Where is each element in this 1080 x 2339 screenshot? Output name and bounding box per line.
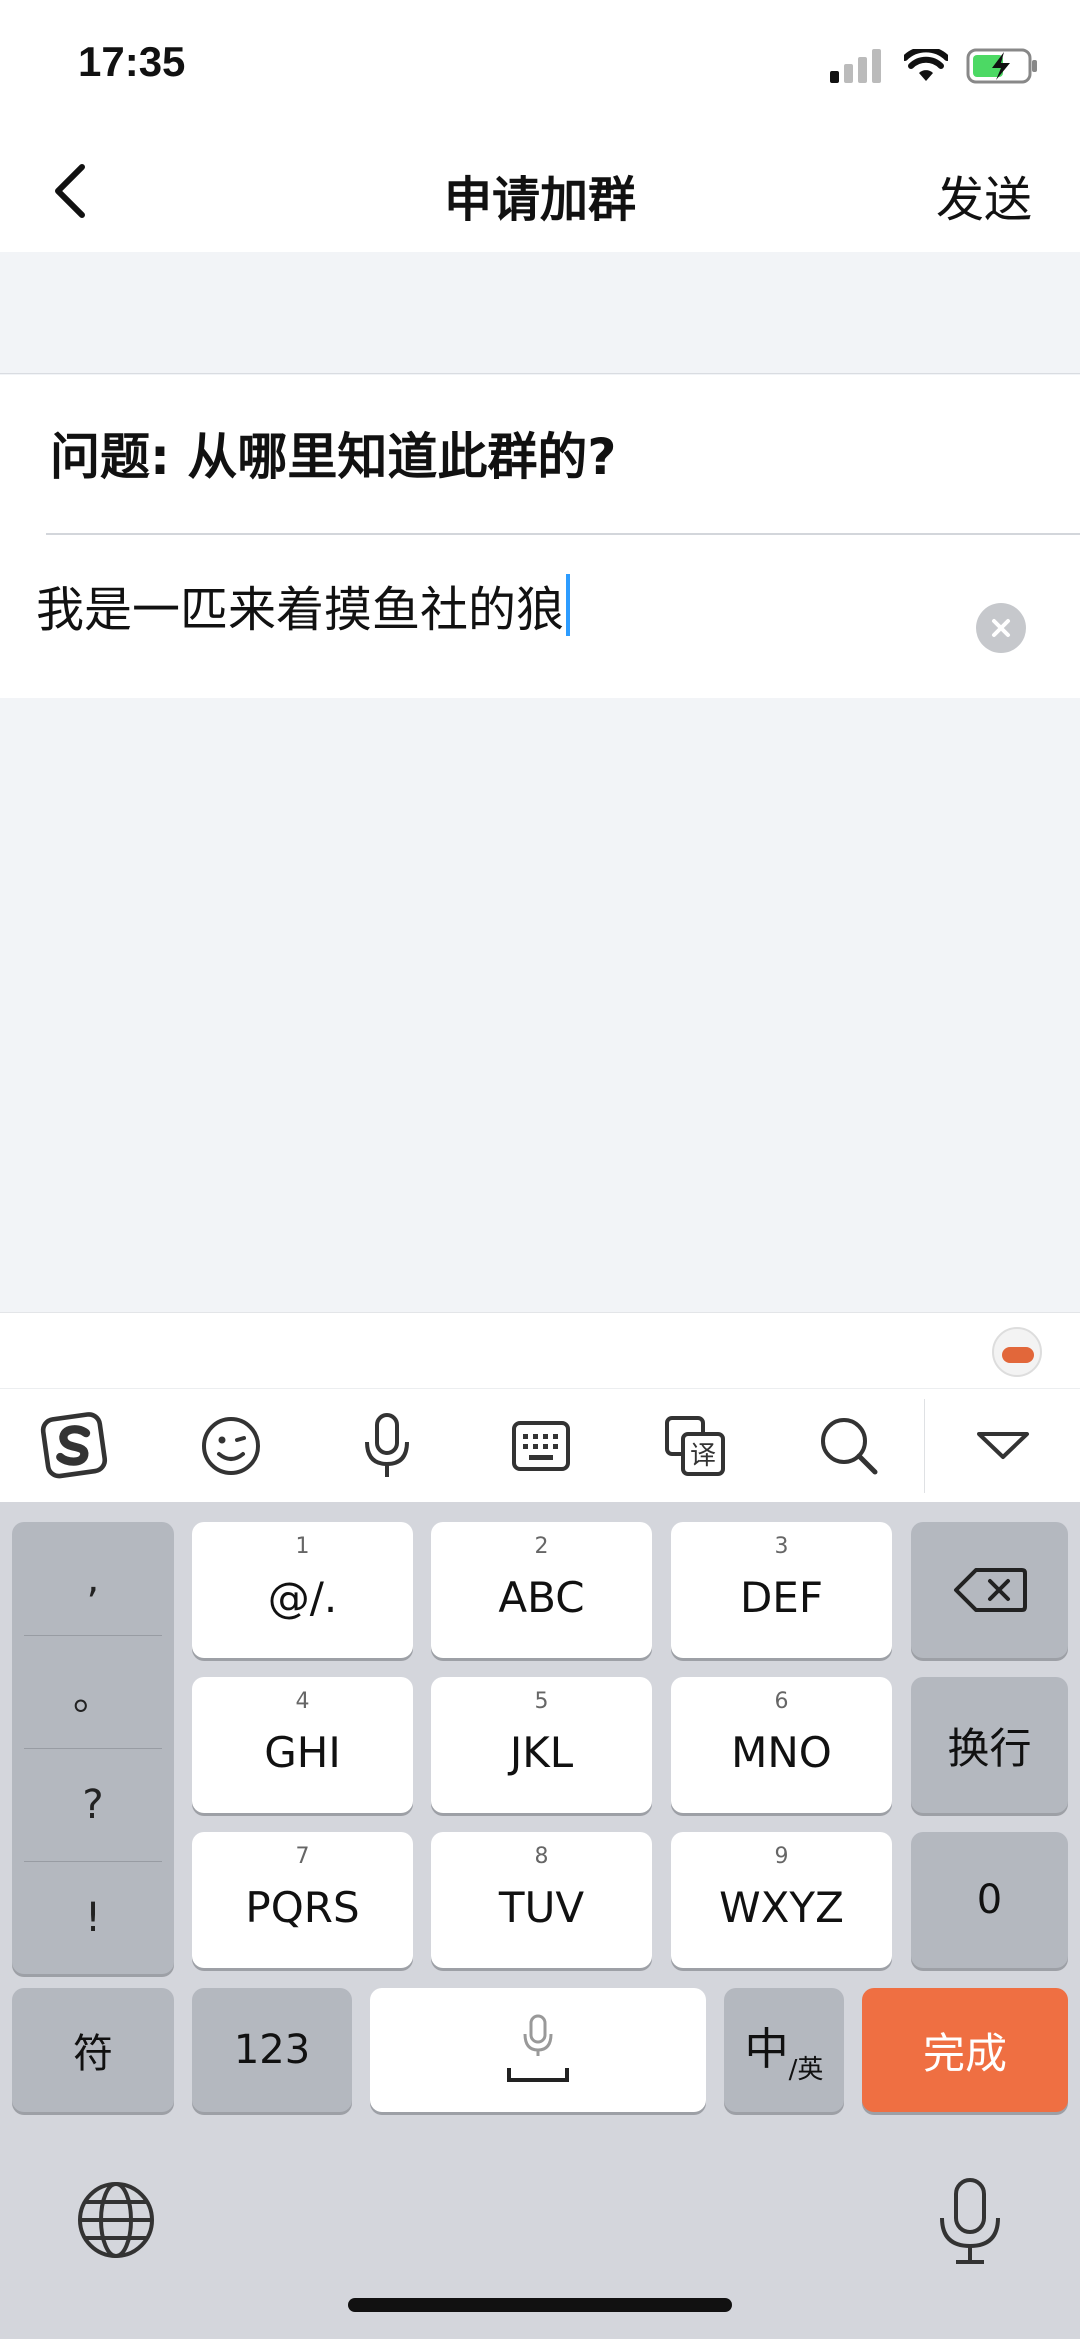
- page-title: 申请加群: [443, 172, 636, 228]
- key-3[interactable]: 3 DEF: [671, 1522, 892, 1658]
- keyboard-icon[interactable]: [506, 1411, 576, 1481]
- symbol-key[interactable]: 符: [12, 1988, 174, 2112]
- send-button[interactable]: 发送: [936, 160, 1032, 230]
- keyboard-toolbar: 译: [0, 1388, 1080, 1502]
- globe-icon[interactable]: [76, 2180, 156, 2260]
- home-indicator: [348, 2298, 732, 2312]
- mascot-icon[interactable]: [992, 1327, 1042, 1377]
- space-mic-icon: [507, 2014, 569, 2082]
- answer-input[interactable]: 我是一匹来着摸鱼社的狼: [36, 574, 571, 638]
- text-caret: [566, 574, 571, 636]
- signal-icon: [830, 49, 881, 83]
- done-key[interactable]: 完成: [862, 1988, 1068, 2112]
- punct-key-comma[interactable]: ,: [12, 1522, 174, 1635]
- emoji-icon[interactable]: [196, 1411, 266, 1481]
- status-icons: [830, 44, 1040, 88]
- microphone-icon[interactable]: [930, 2176, 1010, 2266]
- punct-key-period[interactable]: 。: [12, 1635, 174, 1748]
- collapse-icon[interactable]: [968, 1411, 1038, 1481]
- keyboard-suggestion-bar: [0, 1312, 1080, 1388]
- newline-key[interactable]: 换行: [911, 1677, 1068, 1813]
- key-7[interactable]: 7 PQRS: [192, 1832, 413, 1968]
- status-time: 17:35: [78, 38, 186, 85]
- wifi-icon: [904, 49, 948, 81]
- space-key[interactable]: [370, 1988, 706, 2112]
- keyboard: , 。 ? ! 1 @/. 2 ABC 3 DEF 4 GHI 5 JKL 6 …: [0, 1502, 1080, 2339]
- punctuation-column: , 。 ? !: [12, 1522, 174, 1974]
- key-4[interactable]: 4 GHI: [192, 1677, 413, 1813]
- toolbar-separator: [924, 1399, 925, 1493]
- status-bar: 17:35: [0, 0, 1080, 130]
- backspace-key[interactable]: [911, 1522, 1068, 1658]
- nav-bar: 申请加群 发送: [0, 130, 1080, 252]
- battery-charging-icon: [966, 48, 1037, 84]
- search-icon[interactable]: [814, 1411, 884, 1481]
- key-8[interactable]: 8 TUV: [431, 1832, 652, 1968]
- sogou-logo-icon[interactable]: [40, 1411, 110, 1481]
- backspace-icon: [953, 1568, 1027, 1612]
- zero-key[interactable]: 0: [911, 1832, 1068, 1968]
- close-icon: [992, 619, 1010, 637]
- clear-input-button[interactable]: [976, 603, 1026, 653]
- voice-icon[interactable]: [352, 1411, 422, 1481]
- key-6[interactable]: 6 MNO: [671, 1677, 892, 1813]
- translate-char: 译: [690, 1441, 716, 1471]
- question-label: 问题: 从哪里知道此群的?: [50, 428, 617, 486]
- lang-switch-key[interactable]: 中 /英: [724, 1988, 844, 2112]
- divider: [46, 533, 1080, 535]
- key-2[interactable]: 2 ABC: [431, 1522, 652, 1658]
- question-panel: 问题: 从哪里知道此群的? 我是一匹来着摸鱼社的狼: [0, 375, 1080, 698]
- punct-key-question[interactable]: ?: [12, 1748, 174, 1861]
- translate-icon[interactable]: 译: [660, 1411, 730, 1481]
- spacer-band: [0, 252, 1080, 374]
- numeric-key[interactable]: 123: [192, 1988, 352, 2112]
- key-5[interactable]: 5 JKL: [431, 1677, 652, 1813]
- key-1[interactable]: 1 @/.: [192, 1522, 413, 1658]
- key-9[interactable]: 9 WXYZ: [671, 1832, 892, 1968]
- answer-text: 我是一匹来着摸鱼社的狼: [36, 582, 565, 638]
- punct-key-exclaim[interactable]: !: [12, 1861, 174, 1974]
